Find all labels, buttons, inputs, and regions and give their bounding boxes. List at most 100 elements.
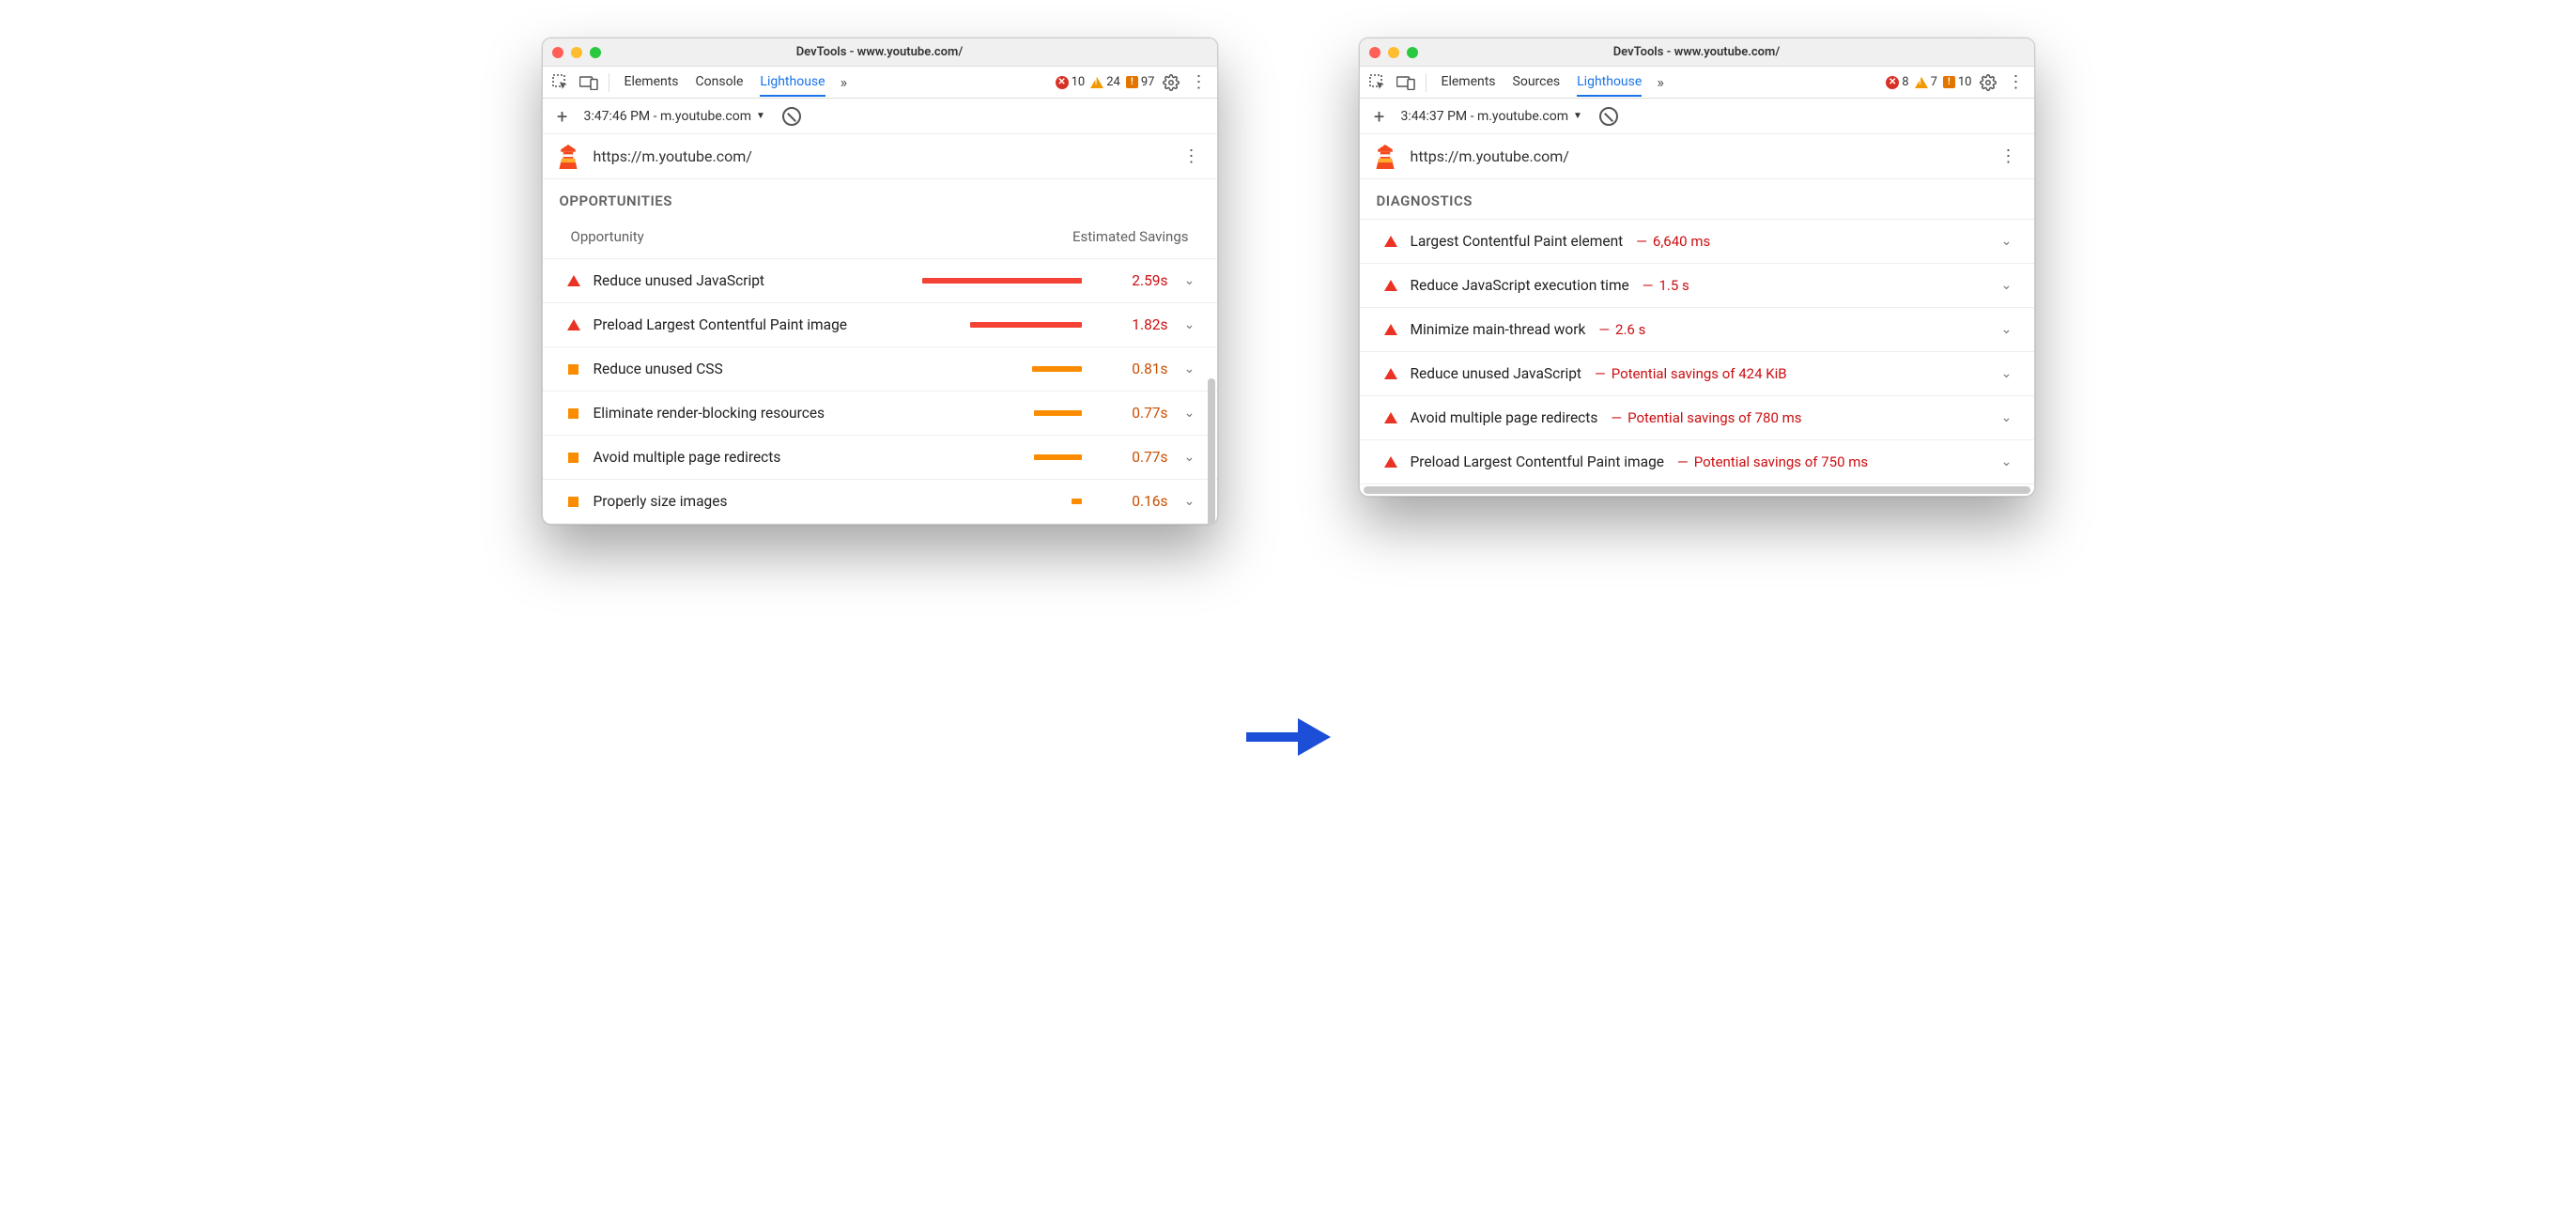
opportunity-row[interactable]: Reduce unused JavaScript2.59s⌄ — [543, 259, 1217, 303]
close-window-button[interactable] — [552, 47, 563, 58]
scrollbar[interactable] — [1208, 378, 1215, 525]
panel-tabs: Elements Sources Lighthouse — [1434, 69, 1650, 97]
audit-label: Eliminate render-blocking resources — [594, 405, 909, 422]
report-selector[interactable]: 3:44:37 PM - m.youtube.com▼ — [1401, 109, 1582, 124]
report-url-row: https://m.youtube.com/ ⋮ — [1360, 134, 2034, 179]
savings-bar — [922, 278, 1082, 284]
tab-sources[interactable]: Sources — [1513, 69, 1561, 97]
more-tabs-button[interactable]: » — [837, 73, 852, 91]
settings-icon[interactable] — [1976, 70, 2000, 95]
warning-count-badge[interactable]: 7 — [1915, 75, 1937, 89]
report-menu-icon[interactable]: ⋮ — [1997, 146, 2021, 166]
diagnostic-row[interactable]: Avoid multiple page redirects —Potential … — [1360, 396, 2034, 440]
col-opportunity: Opportunity — [571, 228, 644, 245]
savings-bar — [922, 410, 1082, 416]
audit-label: Avoid multiple page redirects — [594, 449, 909, 466]
severity-icon — [1384, 280, 1397, 291]
audit-label: Preload Largest Contentful Paint image — [594, 316, 909, 333]
device-toolbar-icon[interactable] — [577, 70, 601, 95]
chevron-down-icon[interactable]: ⌄ — [1998, 410, 2015, 425]
window-title: DevTools - www.youtube.com/ — [1360, 45, 2034, 59]
severity-icon — [567, 408, 580, 419]
tab-lighthouse[interactable]: Lighthouse — [760, 69, 825, 97]
opportunities-columns: Opportunity Estimated Savings — [543, 219, 1217, 258]
chevron-down-icon[interactable]: ⌄ — [1998, 278, 2015, 293]
chevron-down-icon[interactable]: ⌄ — [1181, 450, 1198, 465]
savings-bar — [922, 366, 1082, 372]
savings-value: 0.16s — [1103, 493, 1168, 510]
error-count-badge[interactable]: ✕8 — [1886, 75, 1908, 89]
chevron-down-icon[interactable]: ⌄ — [1181, 273, 1198, 288]
chevron-down-icon[interactable]: ⌄ — [1181, 361, 1198, 376]
audit-metric: —6,640 ms — [1636, 233, 1710, 250]
kebab-menu-icon[interactable]: ⋮ — [1187, 72, 1211, 92]
opportunity-row[interactable]: Eliminate render-blocking resources 0.77s… — [543, 392, 1217, 436]
tab-elements[interactable]: Elements — [625, 69, 679, 97]
opportunity-row[interactable]: Reduce unused CSS0.81s⌄ — [543, 347, 1217, 392]
section-heading: Opportunities — [543, 179, 1217, 219]
minimize-window-button[interactable] — [1388, 47, 1399, 58]
diagnostic-row[interactable]: Preload Largest Contentful Paint image—P… — [1360, 440, 2034, 484]
tab-elements[interactable]: Elements — [1442, 69, 1496, 97]
maximize-window-button[interactable] — [590, 47, 601, 58]
chevron-down-icon[interactable]: ⌄ — [1998, 366, 2015, 381]
report-selector[interactable]: 3:47:46 PM - m.youtube.com▼ — [584, 109, 765, 124]
opportunity-row[interactable]: Properly size images0.16s⌄ — [543, 480, 1217, 524]
devtools-window-left: DevTools - www.youtube.com/ Elements Con… — [542, 38, 1218, 525]
info-count-badge[interactable]: !97 — [1126, 75, 1155, 89]
tab-console[interactable]: Console — [696, 69, 744, 97]
horizontal-scrollbar[interactable] — [1360, 484, 2034, 496]
report-menu-icon[interactable]: ⋮ — [1180, 146, 1204, 166]
info-count-badge[interactable]: !10 — [1943, 75, 1972, 89]
audit-label: Reduce JavaScript execution time — [1411, 277, 1629, 294]
maximize-window-button[interactable] — [1407, 47, 1418, 58]
savings-value: 2.59s — [1103, 272, 1168, 289]
audit-label: Avoid multiple page redirects — [1411, 409, 1598, 426]
lighthouse-icon — [1373, 145, 1397, 169]
minimize-window-button[interactable] — [571, 47, 582, 58]
opportunity-row[interactable]: Avoid multiple page redirects0.77s⌄ — [543, 436, 1217, 480]
error-count-badge[interactable]: ✕10 — [1056, 75, 1086, 89]
savings-value: 0.77s — [1103, 405, 1168, 422]
inspect-element-icon[interactable] — [548, 70, 573, 95]
devtools-toolbar: Elements Sources Lighthouse » ✕8 7 !10 ⋮ — [1360, 67, 2034, 99]
device-toolbar-icon[interactable] — [1394, 70, 1418, 95]
titlebar: DevTools - www.youtube.com/ — [543, 38, 1217, 67]
tested-url: https://m.youtube.com/ — [1411, 147, 1983, 165]
audit-metric: —Potential savings of 780 ms — [1611, 409, 1801, 426]
close-window-button[interactable] — [1369, 47, 1381, 58]
diagnostic-row[interactable]: Reduce unused JavaScript—Potential savin… — [1360, 352, 2034, 396]
diagnostic-row[interactable]: Largest Contentful Paint element—6,640 m… — [1360, 220, 2034, 264]
diagnostic-row[interactable]: Minimize main-thread work—2.6 s⌄ — [1360, 308, 2034, 352]
new-report-button[interactable]: + — [552, 105, 573, 128]
new-report-button[interactable]: + — [1369, 105, 1390, 128]
chevron-down-icon[interactable]: ⌄ — [1998, 454, 2015, 469]
diagnostic-row[interactable]: Reduce JavaScript execution time —1.5 s ⌄ — [1360, 264, 2034, 308]
kebab-menu-icon[interactable]: ⋮ — [2004, 72, 2028, 92]
severity-icon — [567, 497, 580, 507]
audit-label: Reduce unused JavaScript — [1411, 365, 1582, 382]
chevron-down-icon[interactable]: ⌄ — [1181, 317, 1198, 332]
savings-bar — [922, 499, 1082, 504]
panel-tabs: Elements Console Lighthouse — [617, 69, 833, 97]
clear-all-button[interactable] — [1599, 107, 1618, 126]
devtools-window-right: DevTools - www.youtube.com/ Elements Sou… — [1359, 38, 2035, 497]
warning-count-badge[interactable]: 24 — [1090, 75, 1120, 89]
savings-value: 1.82s — [1103, 316, 1168, 333]
chevron-down-icon[interactable]: ⌄ — [1181, 494, 1198, 509]
savings-bar — [922, 322, 1082, 328]
inspect-element-icon[interactable] — [1365, 70, 1390, 95]
tab-lighthouse[interactable]: Lighthouse — [1577, 69, 1642, 97]
chevron-down-icon[interactable]: ⌄ — [1998, 322, 2015, 337]
chevron-down-icon[interactable]: ⌄ — [1181, 406, 1198, 421]
severity-icon — [567, 453, 580, 463]
opportunity-row[interactable]: Preload Largest Contentful Paint image 1.… — [543, 303, 1217, 347]
titlebar: DevTools - www.youtube.com/ — [1360, 38, 2034, 67]
severity-icon — [567, 275, 580, 286]
clear-all-button[interactable] — [782, 107, 801, 126]
audit-metric: —1.5 s — [1643, 277, 1689, 294]
more-tabs-button[interactable]: » — [1653, 73, 1668, 91]
settings-icon[interactable] — [1159, 70, 1183, 95]
chevron-down-icon[interactable]: ⌄ — [1998, 234, 2015, 249]
section-heading: Diagnostics — [1360, 179, 2034, 219]
